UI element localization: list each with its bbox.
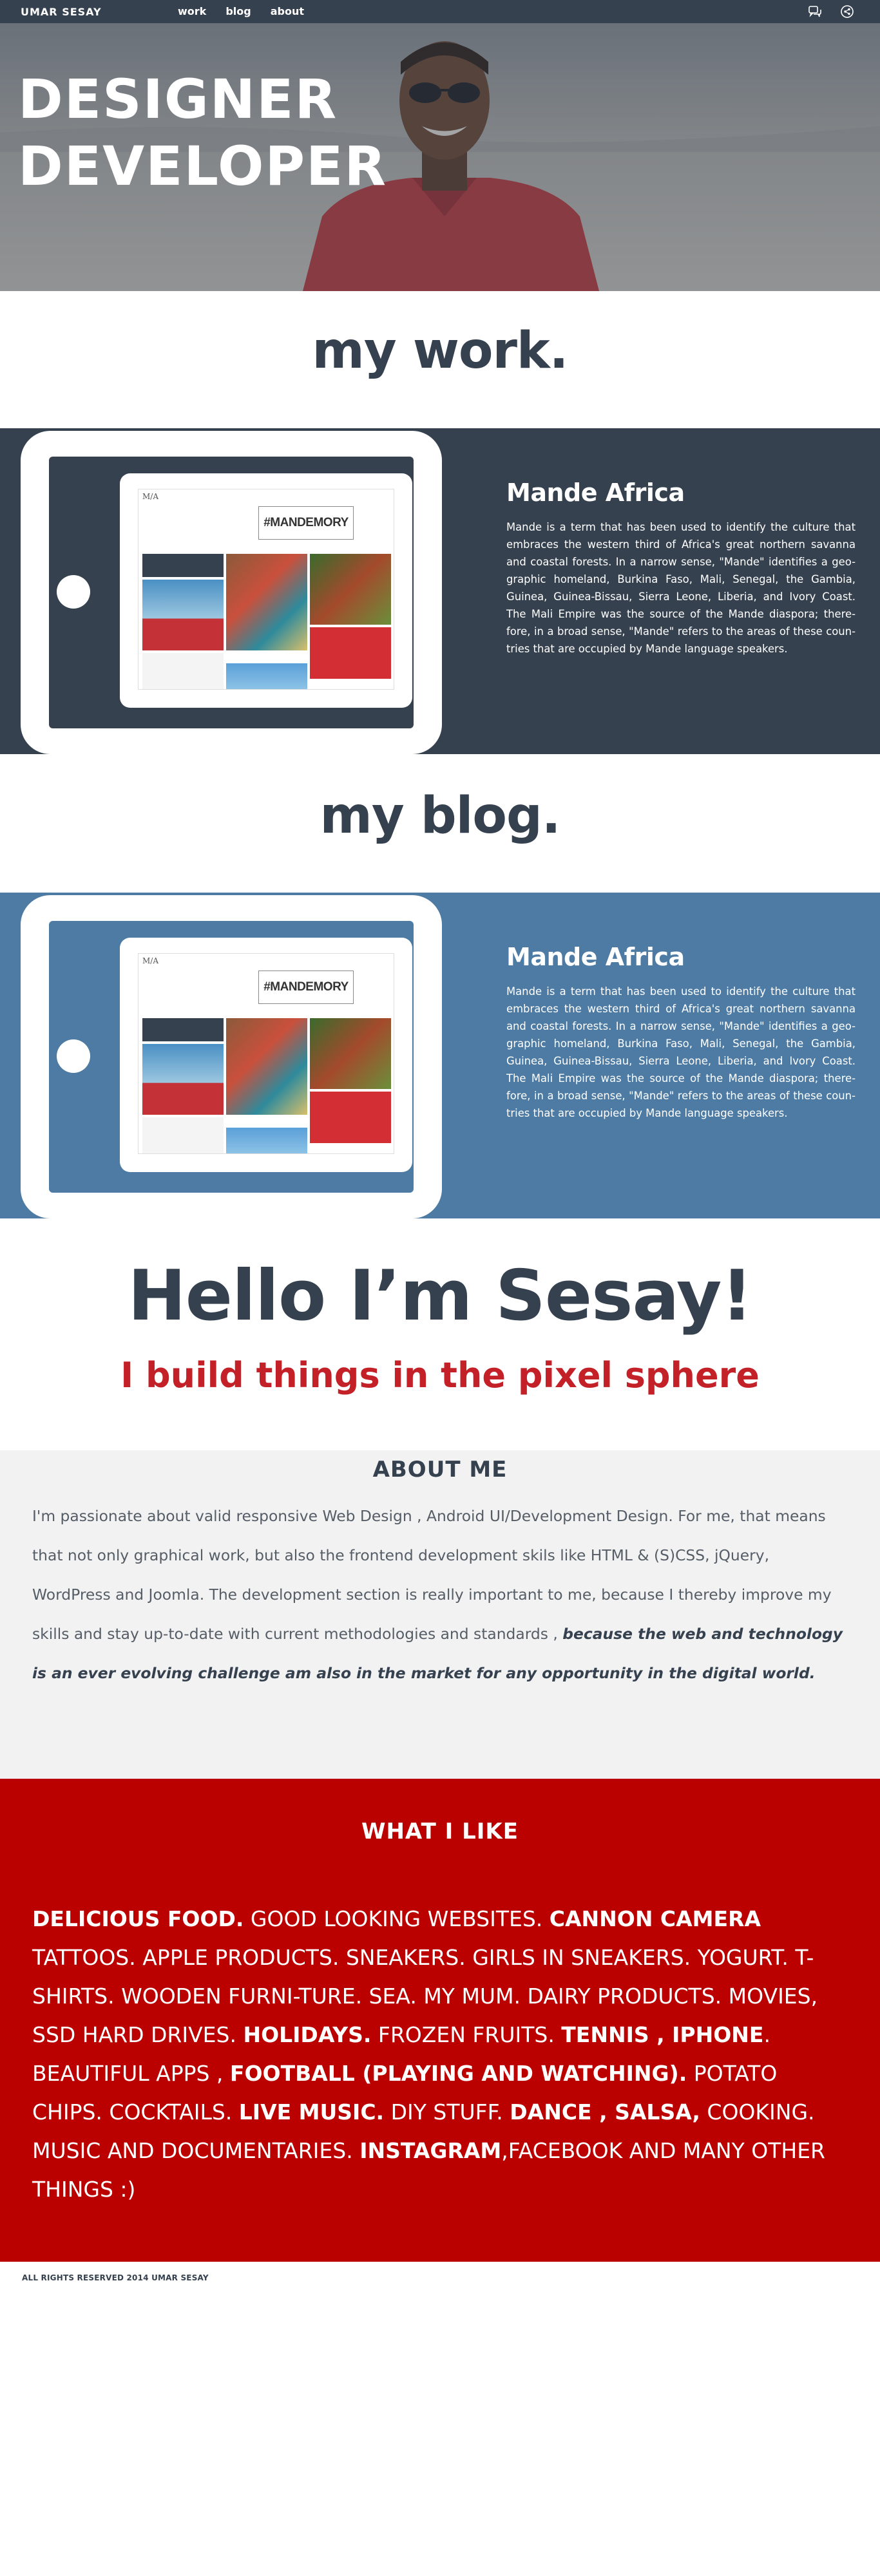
preview-tile [142, 653, 224, 689]
like-item: CANNON CAMERA [549, 1906, 761, 1931]
hero-banner: DESIGNER DEVELOPER [0, 23, 880, 291]
nav-links: work blog about [178, 5, 304, 17]
about-title: ABOUT ME [372, 1457, 508, 1482]
like-item: FROZEN FRUITS. [371, 2022, 562, 2047]
about-section: ABOUT ME I'm passionate about valid resp… [0, 1450, 880, 1779]
website-preview-inner: M/A #MANDEMORY [138, 953, 394, 1154]
footer-copyright: ALL RIGHTS RESERVED 2014 UMAR SESAY [22, 2273, 209, 2282]
chat-icon[interactable] [808, 5, 822, 19]
preview-tile [310, 1092, 391, 1143]
website-preview-inner: M/A #MANDEMORY [138, 489, 394, 690]
project-title[interactable]: Mande Africa [506, 478, 856, 507]
post-description: Mande is a term that has been used to id… [506, 985, 856, 1119]
preview-tile [226, 1128, 307, 1153]
like-item: DELICIOUS FOOD. [32, 1906, 244, 1931]
share-icon[interactable] [840, 5, 854, 19]
nav-link-blog[interactable]: blog [225, 5, 251, 17]
preview-tile [226, 554, 307, 650]
like-item: GOOD LOOKING WEBSITES. [244, 1906, 550, 1931]
nav-link-work[interactable]: work [178, 5, 206, 17]
preview-tile [310, 1018, 391, 1089]
about-text: I'm passionate about valid responsive We… [32, 1497, 849, 1693]
about-body: I'm passionate about valid responsive We… [32, 1507, 832, 1643]
website-preview: M/A #MANDEMORY [120, 473, 412, 708]
hero-title-line-1: DESIGNER [18, 68, 338, 131]
hero-title-line-2: DEVELOPER [18, 135, 388, 198]
preview-tile [142, 580, 224, 650]
tablet-mockup[interactable]: M/A #MANDEMORY [21, 895, 442, 1218]
like-item: HOLIDAYS. [243, 2022, 372, 2047]
preview-tile [142, 1044, 224, 1115]
preview-tile [310, 627, 391, 679]
tablet-home-button [57, 575, 90, 609]
tablet-home-button [57, 1039, 90, 1073]
like-item: FOOTBALL (PLAYING AND WATCHING). [229, 2061, 687, 2086]
work-project-band: M/A #MANDEMORY Mande Africa Mande is a t… [0, 428, 880, 754]
preview-logo: M/A [142, 956, 158, 965]
blog-heading: my blog. [320, 787, 561, 845]
work-heading: my work. [312, 322, 569, 380]
nav-link-about[interactable]: about [271, 5, 304, 17]
preview-tile [142, 554, 224, 577]
preview-tile [142, 1117, 224, 1153]
post-title[interactable]: Mande Africa [506, 943, 856, 971]
preview-tile [142, 1018, 224, 1041]
preview-tile [310, 554, 391, 625]
tagline: I build things in the pixel sphere [120, 1355, 760, 1396]
preview-logo: M/A [142, 492, 158, 501]
preview-hashtag: #MANDEMORY [258, 506, 354, 540]
tablet-mockup[interactable]: M/A #MANDEMORY [21, 431, 442, 754]
like-item: INSTAGRAM [359, 2138, 502, 2163]
hero-title: DESIGNER DEVELOPER [18, 66, 387, 200]
hello-heading: Hello I’m Sesay! [128, 1256, 752, 1336]
website-preview: M/A #MANDEMORY [120, 938, 412, 1172]
preview-hashtag: #MANDEMORY [258, 971, 354, 1004]
post-info: Mande Africa Mande is a term that has be… [506, 943, 856, 1122]
like-item: DIY STUFF. [384, 2099, 510, 2125]
preview-tile [226, 663, 307, 689]
likes-title: WHAT I LIKE [361, 1819, 519, 1844]
top-nav: UMAR SESAY work blog about [0, 0, 880, 23]
likes-section: WHAT I LIKE DELICIOUS FOOD. GOOD LOOKING… [0, 1779, 880, 2262]
preview-tile [226, 1018, 307, 1115]
project-info: Mande Africa Mande is a term that has be… [506, 478, 856, 658]
project-description: Mande is a term that has been used to id… [506, 521, 856, 655]
like-item: LIVE MUSIC. [238, 2099, 385, 2125]
brand-logo[interactable]: UMAR SESAY [21, 6, 102, 18]
likes-list: DELICIOUS FOOD. GOOD LOOKING WEBSITES. C… [32, 1900, 849, 2209]
blog-post-band: M/A #MANDEMORY Mande Africa Mande is a t… [0, 893, 880, 1218]
nav-icons [808, 5, 854, 19]
like-item: DANCE , SALSA, [510, 2099, 700, 2125]
like-item: TENNIS , IPHONE [561, 2022, 764, 2047]
